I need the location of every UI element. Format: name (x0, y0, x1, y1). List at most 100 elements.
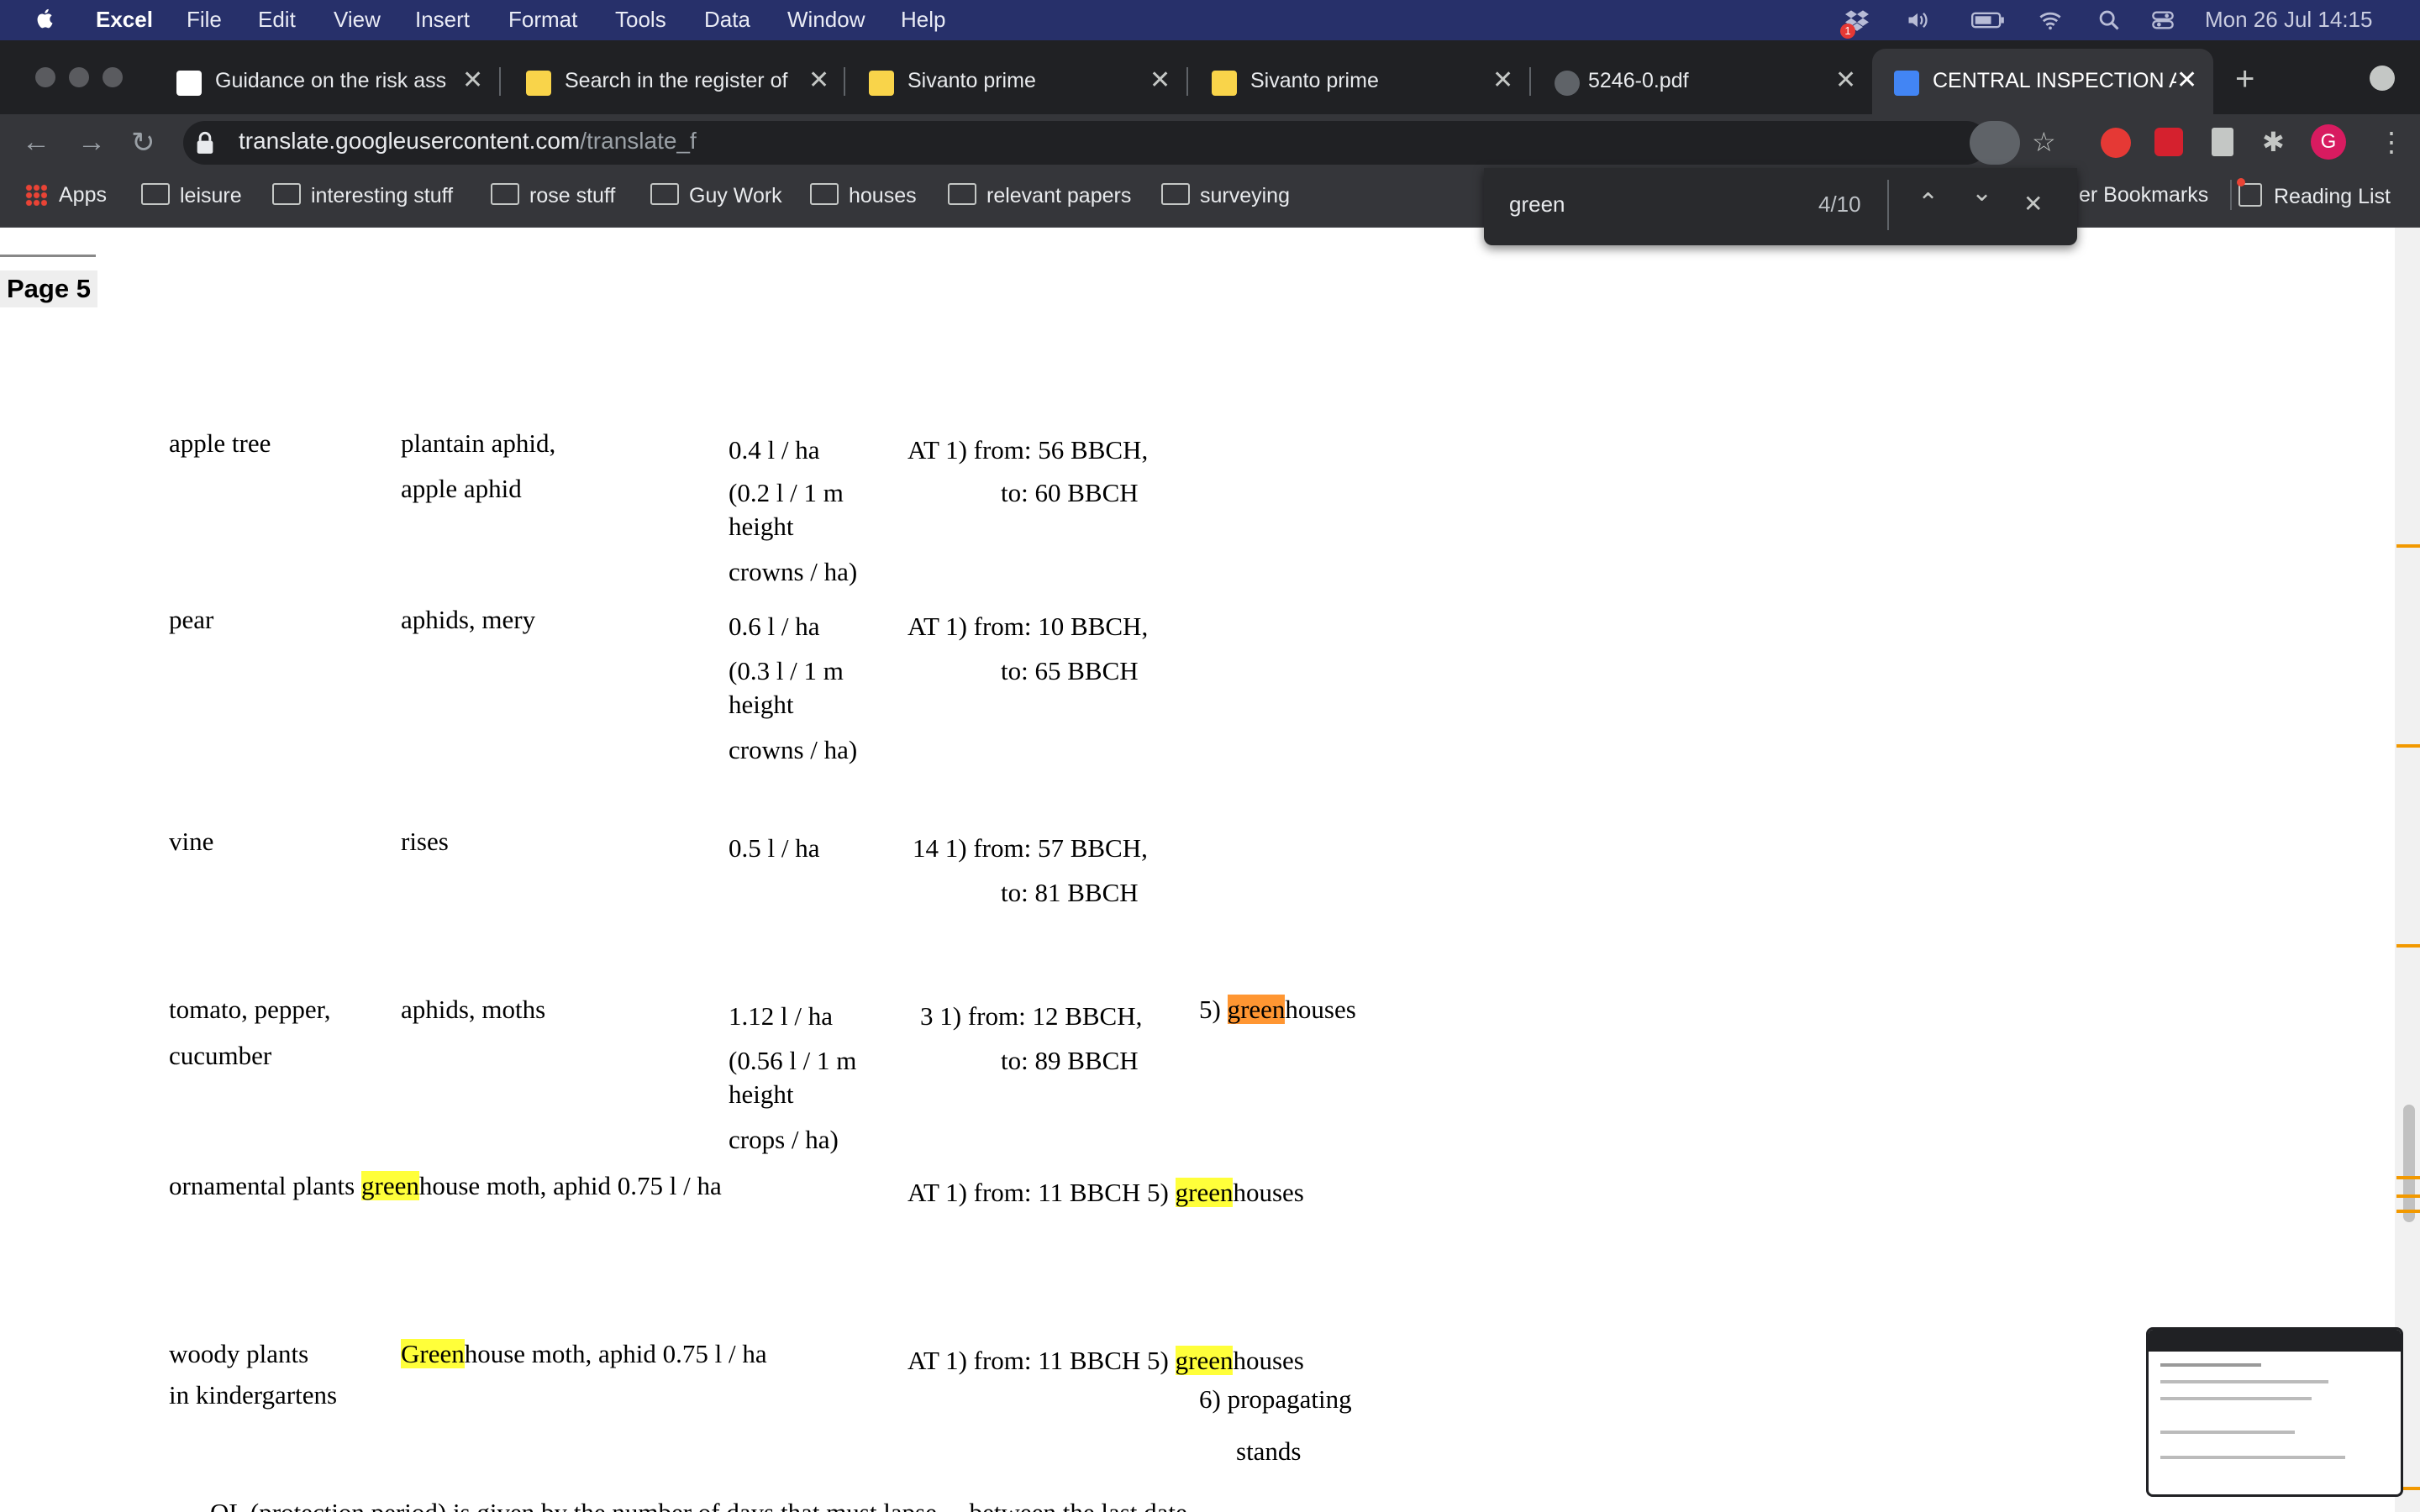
browser-tab[interactable]: Guidance on the risk ass ✕ (155, 49, 494, 114)
kebab-menu-icon[interactable]: ⋮ (2378, 126, 2405, 158)
thumbnail-header (2149, 1330, 2401, 1352)
tab-close-icon[interactable]: ✕ (1835, 66, 1856, 95)
menu-edit[interactable]: Edit (258, 7, 296, 33)
window-minimize-button[interactable] (69, 67, 89, 87)
bookmark-folder-interesting-stuff[interactable]: interesting stuff (272, 183, 453, 208)
tab-close-icon[interactable]: ✕ (462, 66, 483, 95)
tab-close-icon[interactable]: ✕ (1150, 66, 1171, 95)
reading-list-dot (2237, 178, 2245, 186)
menu-data[interactable]: Data (704, 7, 750, 33)
battery-icon[interactable] (1971, 8, 2005, 32)
url-text[interactable]: translate.googleusercontent.com/translat… (239, 128, 697, 155)
menu-view[interactable]: View (334, 7, 381, 33)
find-match-count: 4/10 (1818, 192, 1861, 217)
menu-format[interactable]: Format (508, 7, 577, 33)
lock-icon[interactable] (195, 131, 215, 155)
note-propagating: 6) propagating (1199, 1384, 1352, 1414)
register-favicon-icon (869, 71, 894, 96)
page-content: Page 5 apple tree plantain aphid, apple … (0, 228, 2395, 1512)
find-result-marker (2396, 1210, 2420, 1213)
window-close-button[interactable] (35, 67, 55, 87)
bookmark-folder-houses[interactable]: houses (810, 183, 917, 208)
tab-close-icon[interactable]: ✕ (1492, 66, 1513, 95)
find-input[interactable]: green (1509, 192, 1565, 218)
menu-app-name[interactable]: Excel (96, 7, 153, 33)
bookmark-folder-leisure[interactable]: leisure (141, 183, 242, 208)
dose-apple-3: height (729, 512, 794, 541)
tab-title: 5246-0.pdf (1588, 69, 1689, 92)
reload-icon[interactable]: ↻ (131, 126, 155, 160)
browser-tab-active[interactable]: CENTRAL INSPECTION A ✕ (1872, 49, 2213, 114)
tab-separator (499, 67, 501, 96)
back-arrow-icon[interactable]: ← (22, 126, 50, 159)
menu-insert[interactable]: Insert (415, 7, 470, 33)
find-highlight: green (361, 1171, 419, 1200)
note-text: houses (1285, 995, 1356, 1024)
bookmarks-divider (2230, 180, 2232, 210)
note-stands: stands (1236, 1436, 1302, 1466)
find-result-marker (2396, 744, 2420, 748)
bookmark-label: er Bookmarks (2079, 183, 2209, 207)
find-previous-chevron-up-icon[interactable]: ⌃ (1918, 188, 1939, 218)
pest-dose-ornamental: house moth, aphid 0.75 l / ha (418, 1171, 722, 1200)
crop-woody-plants: woody plants (169, 1339, 309, 1368)
browser-tab[interactable]: 5246-0.pdf ✕ (1533, 49, 1872, 114)
screenshot-thumbnail-preview[interactable] (2146, 1327, 2403, 1497)
note-tomato-greenhouses: 5) greenhouses (1199, 995, 1356, 1025)
extension-red-icon[interactable] (2101, 128, 2131, 158)
register-favicon-icon (526, 71, 551, 96)
volume-icon[interactable] (1906, 8, 1929, 32)
vertical-scrollbar[interactable] (2395, 228, 2420, 1512)
crop-ornamental: ornamental plants (169, 1171, 361, 1200)
dose-pear-4: crowns / ha) (729, 735, 858, 764)
menubar-clock[interactable]: Mon 26 Jul 14:15 (2205, 7, 2372, 33)
menu-file[interactable]: File (187, 7, 222, 33)
apple-logo-icon[interactable] (34, 7, 57, 30)
forward-arrow-icon[interactable]: → (77, 126, 106, 159)
bookmark-apps[interactable]: Apps (25, 183, 107, 207)
extension-mendeley-icon[interactable] (2154, 128, 2183, 156)
tab-separator (1186, 67, 1188, 96)
spotlight-search-icon[interactable] (2097, 8, 2121, 32)
profile-avatar[interactable]: G (2311, 124, 2346, 160)
bookmark-folder-relevant-papers[interactable]: relevant papers (948, 183, 1131, 208)
thumbnail-line (2160, 1456, 2345, 1459)
bookmark-other-bookmarks[interactable]: er Bookmarks (2079, 183, 2208, 207)
macos-menubar: Excel File Edit View Insert Format Tools… (0, 0, 2420, 40)
scrollbar-thumb[interactable] (2403, 1105, 2415, 1222)
bookmark-label: houses (849, 184, 917, 207)
term-tomato-to: to: 89 BBCH (1001, 1046, 1139, 1075)
translate-page-icon[interactable] (1970, 121, 2020, 165)
bookmark-folder-surveying[interactable]: surveying (1161, 183, 1290, 208)
find-next-chevron-down-icon[interactable]: ⌄ (1971, 178, 1992, 207)
pest-apple-aphid: apple aphid (401, 474, 522, 503)
tab-search-chevron-icon[interactable] (2370, 66, 2395, 91)
term-apple-from: AT 1) from: 56 BBCH, (908, 435, 1149, 465)
menu-window[interactable]: Window (787, 7, 865, 33)
thumbnail-line (2160, 1431, 2295, 1434)
tab-separator (844, 67, 845, 96)
pest-tomato: aphids, moths (401, 995, 546, 1024)
new-tab-plus-icon[interactable]: + (2235, 60, 2254, 98)
menu-tools[interactable]: Tools (615, 7, 666, 33)
reading-list-button[interactable]: Reading List (2238, 183, 2391, 209)
browser-tab[interactable]: Sivanto prime ✕ (1190, 49, 1529, 114)
tab-close-icon[interactable]: ✕ (2176, 66, 2197, 95)
bookmark-folder-rose-stuff[interactable]: rose stuff (491, 183, 615, 208)
control-center-icon[interactable] (2151, 8, 2175, 32)
tab-title: CENTRAL INSPECTION A (1933, 69, 2176, 92)
bookmark-folder-guy-work[interactable]: Guy Work (650, 183, 782, 208)
browser-tab[interactable]: Search in the register of ✕ (504, 49, 844, 114)
tab-close-icon[interactable]: ✕ (808, 66, 829, 95)
extensions-puzzle-icon[interactable]: ✱ (2262, 126, 2285, 158)
term-woody: AT 1) from: 11 BBCH 5) greenhouses (908, 1346, 1304, 1376)
bookmark-star-icon[interactable]: ☆ (2032, 126, 2056, 158)
wifi-icon[interactable] (2039, 8, 2062, 32)
window-zoom-button[interactable] (103, 67, 123, 87)
browser-tab[interactable]: Sivanto prime ✕ (847, 49, 1186, 114)
find-close-icon[interactable]: ✕ (2023, 190, 2043, 218)
menu-help[interactable]: Help (901, 7, 945, 33)
crop-tomato-pepper: tomato, pepper, (169, 995, 331, 1024)
extension-document-icon[interactable] (2212, 128, 2233, 156)
find-result-marker (2396, 1194, 2420, 1198)
